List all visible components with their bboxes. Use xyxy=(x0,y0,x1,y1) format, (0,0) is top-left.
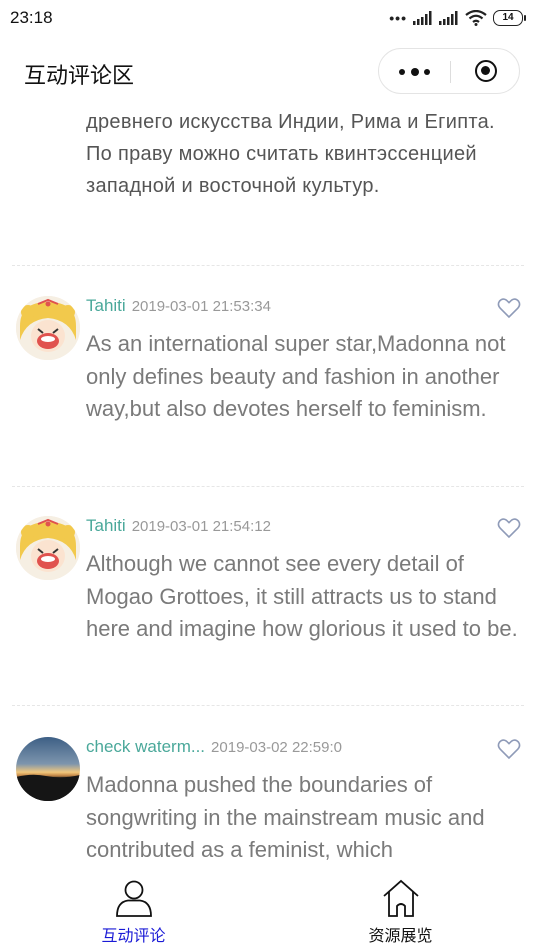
timestamp: 2019-03-01 21:54:12 xyxy=(131,518,271,535)
nav-bar: 互动评论区 xyxy=(0,36,535,106)
username[interactable]: Tahiti xyxy=(86,296,126,315)
sailor-moon-avatar-icon xyxy=(16,516,80,580)
tab-comments[interactable]: 互动评论 xyxy=(0,868,267,951)
tab-label: 资源展览 xyxy=(368,928,433,945)
comment-meta: Tahiti 2019-03-01 21:53:34 xyxy=(86,296,271,320)
timestamp: 2019-03-02 22:59:0 xyxy=(211,739,342,756)
like-heart-icon[interactable] xyxy=(497,517,521,539)
more-dots-icon: ••• xyxy=(389,10,407,26)
like-heart-icon[interactable] xyxy=(497,738,521,760)
wifi-icon xyxy=(465,10,487,26)
comment-divider xyxy=(12,705,524,706)
comment-item: Tahiti 2019-03-01 21:53:34 As an internat… xyxy=(0,296,535,491)
avatar[interactable] xyxy=(16,296,80,360)
battery-icon: 14 xyxy=(493,10,526,26)
tab-label: 互动评论 xyxy=(101,928,166,945)
comment-divider xyxy=(12,265,524,266)
capsule-divider xyxy=(450,61,451,83)
status-time: 23:18 xyxy=(10,8,53,27)
timestamp: 2019-03-01 21:53:34 xyxy=(131,298,271,315)
avatar[interactable] xyxy=(16,516,80,580)
page-title: 互动评论区 xyxy=(24,63,135,88)
sunset-avatar-icon xyxy=(16,774,80,801)
signal-icon xyxy=(413,11,432,25)
tab-bar: 互动评论 资源展览 xyxy=(0,868,535,951)
comment-text: Madonna pushed the boundaries of songwri… xyxy=(86,772,485,862)
comment-divider xyxy=(12,486,524,487)
mini-program-capsule xyxy=(378,48,520,94)
comment-text: As an international super star,Madonna n… xyxy=(86,331,506,421)
comment-meta: check waterm... 2019-03-02 22:59:0 xyxy=(86,737,342,761)
close-mini-program-icon[interactable] xyxy=(475,60,497,82)
comment-item: Tahiti 2019-03-01 21:54:12 Although we ca… xyxy=(0,516,535,711)
comment-text: Although we cannot see every detail of M… xyxy=(86,551,518,641)
username[interactable]: Tahiti xyxy=(86,516,126,535)
avatar[interactable] xyxy=(16,737,80,801)
status-icons: ••• 14 xyxy=(389,8,526,28)
username[interactable]: check waterm... xyxy=(86,737,205,756)
comment-list[interactable]: древнего искусства Индии, Рима и Египта.… xyxy=(0,106,535,868)
sailor-moon-avatar-icon xyxy=(16,296,80,360)
signal-icon-2 xyxy=(439,11,458,25)
comment-item: check waterm... 2019-03-02 22:59:0 Madonn… xyxy=(0,737,535,868)
comment-text-partial: древнего искусства Индии, Рима и Египта.… xyxy=(86,111,495,197)
like-heart-icon[interactable] xyxy=(497,297,521,319)
home-icon xyxy=(383,879,419,917)
tab-resources[interactable]: 资源展览 xyxy=(267,868,534,951)
comment-meta: Tahiti 2019-03-01 21:54:12 xyxy=(86,516,271,540)
person-icon xyxy=(116,880,152,917)
more-options-icon[interactable] xyxy=(399,62,431,82)
status-bar: 23:18 ••• 14 xyxy=(0,0,535,36)
